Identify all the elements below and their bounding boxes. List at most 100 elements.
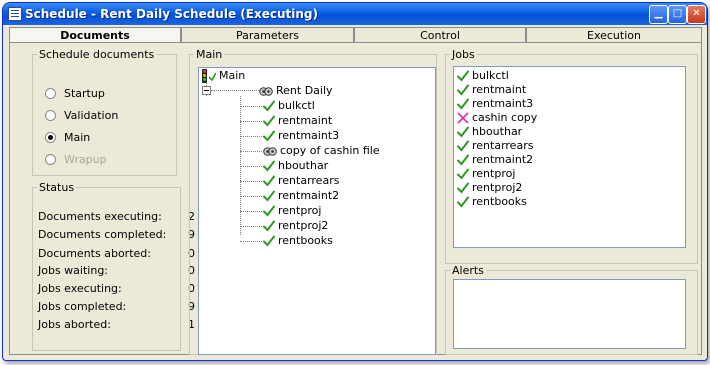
tree-child-item[interactable]: bulkctl bbox=[263, 99, 315, 113]
tree-child-item[interactable]: rentmaint bbox=[263, 114, 332, 128]
status-jobs-executing: Jobs executing: 0 bbox=[38, 282, 195, 296]
job-item[interactable]: hbouthar bbox=[457, 125, 522, 139]
tab-bar: Documents Parameters Control Execution bbox=[9, 27, 702, 42]
tree-line bbox=[240, 136, 262, 137]
radio-startup[interactable]: Startup bbox=[45, 87, 105, 101]
check-icon bbox=[457, 196, 469, 208]
tree-root-main[interactable]: Main bbox=[202, 69, 245, 83]
job-item[interactable]: rentarrears bbox=[457, 139, 533, 153]
status-label: Documents completed: bbox=[38, 228, 167, 241]
tree-label: rentproj bbox=[278, 204, 322, 217]
check-icon bbox=[263, 190, 275, 202]
tree-node-rent-daily[interactable]: Rent Daily bbox=[259, 84, 333, 98]
job-label: rentmaint bbox=[472, 83, 527, 96]
jobs-list[interactable]: bulkctl rentmaint rentmaint3 cashin copy hbo… bbox=[453, 66, 686, 248]
check-icon bbox=[263, 115, 275, 127]
close-button[interactable]: ✕ bbox=[687, 5, 706, 24]
status-label: Jobs completed: bbox=[38, 300, 127, 313]
schedule-documents-legend: Schedule documents bbox=[39, 48, 155, 61]
check-icon bbox=[457, 154, 469, 166]
collapse-toggle[interactable] bbox=[202, 86, 211, 95]
tab-control[interactable]: Control bbox=[354, 27, 526, 42]
tree-line bbox=[240, 226, 262, 227]
tree-child-item[interactable]: rentbooks bbox=[263, 234, 333, 248]
radio-main[interactable]: Main bbox=[45, 131, 90, 145]
tree-child-item[interactable]: rentproj bbox=[263, 204, 321, 218]
job-label: bulkctl bbox=[472, 69, 509, 82]
status-label: Jobs waiting: bbox=[38, 264, 109, 277]
status-legend: Status bbox=[39, 181, 75, 194]
tree-line bbox=[240, 181, 262, 182]
status-label: Jobs executing: bbox=[38, 282, 122, 295]
radio-label: Validation bbox=[64, 109, 119, 122]
job-item[interactable]: rentmaint bbox=[457, 83, 526, 97]
check-icon bbox=[263, 160, 275, 172]
app-icon bbox=[8, 7, 22, 21]
gears-icon bbox=[259, 86, 273, 96]
radio-wrapup: Wrapup bbox=[45, 153, 107, 167]
radio-circle[interactable] bbox=[45, 87, 56, 99]
check-icon bbox=[457, 168, 469, 180]
tab-documents[interactable]: Documents bbox=[9, 27, 181, 42]
job-label: rentarrears bbox=[472, 139, 534, 152]
tree-child-item[interactable]: copy of cashin file bbox=[263, 144, 380, 158]
check-icon bbox=[263, 100, 275, 112]
main-legend: Main bbox=[196, 48, 223, 61]
tree-label: bulkctl bbox=[278, 99, 315, 112]
job-item[interactable]: rentmaint2 bbox=[457, 153, 533, 167]
job-label: rentproj bbox=[472, 167, 516, 180]
check-icon bbox=[457, 182, 469, 194]
tree-label: Rent Daily bbox=[276, 84, 333, 97]
schedule-documents-group: Schedule documents Startup Validation Ma… bbox=[32, 48, 177, 176]
tree-line bbox=[240, 166, 262, 167]
status-documents-executing: Documents executing: 2 bbox=[38, 210, 195, 224]
tree-label: rentmaint bbox=[278, 114, 333, 127]
tree-line bbox=[211, 90, 259, 91]
radio-circle bbox=[45, 153, 56, 165]
minimize-button[interactable]: ▁ bbox=[649, 5, 668, 24]
status-label: Jobs aborted: bbox=[38, 318, 111, 331]
maximize-button[interactable]: □ bbox=[668, 5, 687, 24]
alerts-list[interactable] bbox=[453, 279, 686, 349]
status-group: Status Documents executing: 2 Documents c… bbox=[32, 181, 195, 351]
tree-label: hbouthar bbox=[278, 159, 329, 172]
check-icon bbox=[263, 175, 275, 187]
tab-parameters[interactable]: Parameters bbox=[181, 27, 354, 42]
check-icon bbox=[263, 220, 275, 232]
job-item[interactable]: rentmaint3 bbox=[457, 97, 533, 111]
main-tree[interactable]: Main Rent Daily bulkctl rentmaint rentmain… bbox=[198, 67, 436, 355]
check-icon bbox=[457, 140, 469, 152]
tree-label: rentbooks bbox=[278, 234, 333, 247]
radio-circle[interactable] bbox=[45, 109, 56, 121]
title-bar[interactable]: Schedule - Rent Daily Schedule (Executin… bbox=[3, 3, 707, 25]
check-icon bbox=[457, 70, 469, 82]
tree-line bbox=[240, 241, 262, 242]
tree-label: rentproj2 bbox=[278, 219, 329, 232]
tree-child-item[interactable]: rentarrears bbox=[263, 174, 339, 188]
traffic-light-icon bbox=[202, 69, 207, 83]
tree-line bbox=[240, 106, 262, 107]
radio-validation[interactable]: Validation bbox=[45, 109, 118, 123]
tree-child-item[interactable]: rentmaint2 bbox=[263, 189, 339, 203]
tree-child-item[interactable]: hbouthar bbox=[263, 159, 328, 173]
status-documents-aborted: Documents aborted: 0 bbox=[38, 247, 195, 261]
tree-child-item[interactable]: rentmaint3 bbox=[263, 129, 339, 143]
tree-child-item[interactable]: rentproj2 bbox=[263, 219, 328, 233]
status-label: Documents aborted: bbox=[38, 247, 151, 260]
radio-circle[interactable] bbox=[45, 131, 56, 143]
job-item[interactable]: rentproj bbox=[457, 167, 515, 181]
tree-label: rentmaint3 bbox=[278, 129, 340, 142]
radio-label: Wrapup bbox=[64, 153, 107, 166]
job-label: rentmaint3 bbox=[472, 97, 534, 110]
job-item[interactable]: rentproj2 bbox=[457, 181, 522, 195]
tree-label: rentarrears bbox=[278, 174, 340, 187]
job-label: cashin copy bbox=[472, 111, 538, 124]
job-item[interactable]: bulkctl bbox=[457, 69, 509, 83]
job-item[interactable]: rentbooks bbox=[457, 195, 527, 209]
tab-execution[interactable]: Execution bbox=[526, 27, 702, 42]
job-item[interactable]: cashin copy bbox=[457, 111, 537, 125]
tree-line bbox=[240, 121, 262, 122]
job-label: rentbooks bbox=[472, 195, 527, 208]
window-title: Schedule - Rent Daily Schedule (Executin… bbox=[25, 7, 318, 21]
job-label: rentmaint2 bbox=[472, 153, 534, 166]
